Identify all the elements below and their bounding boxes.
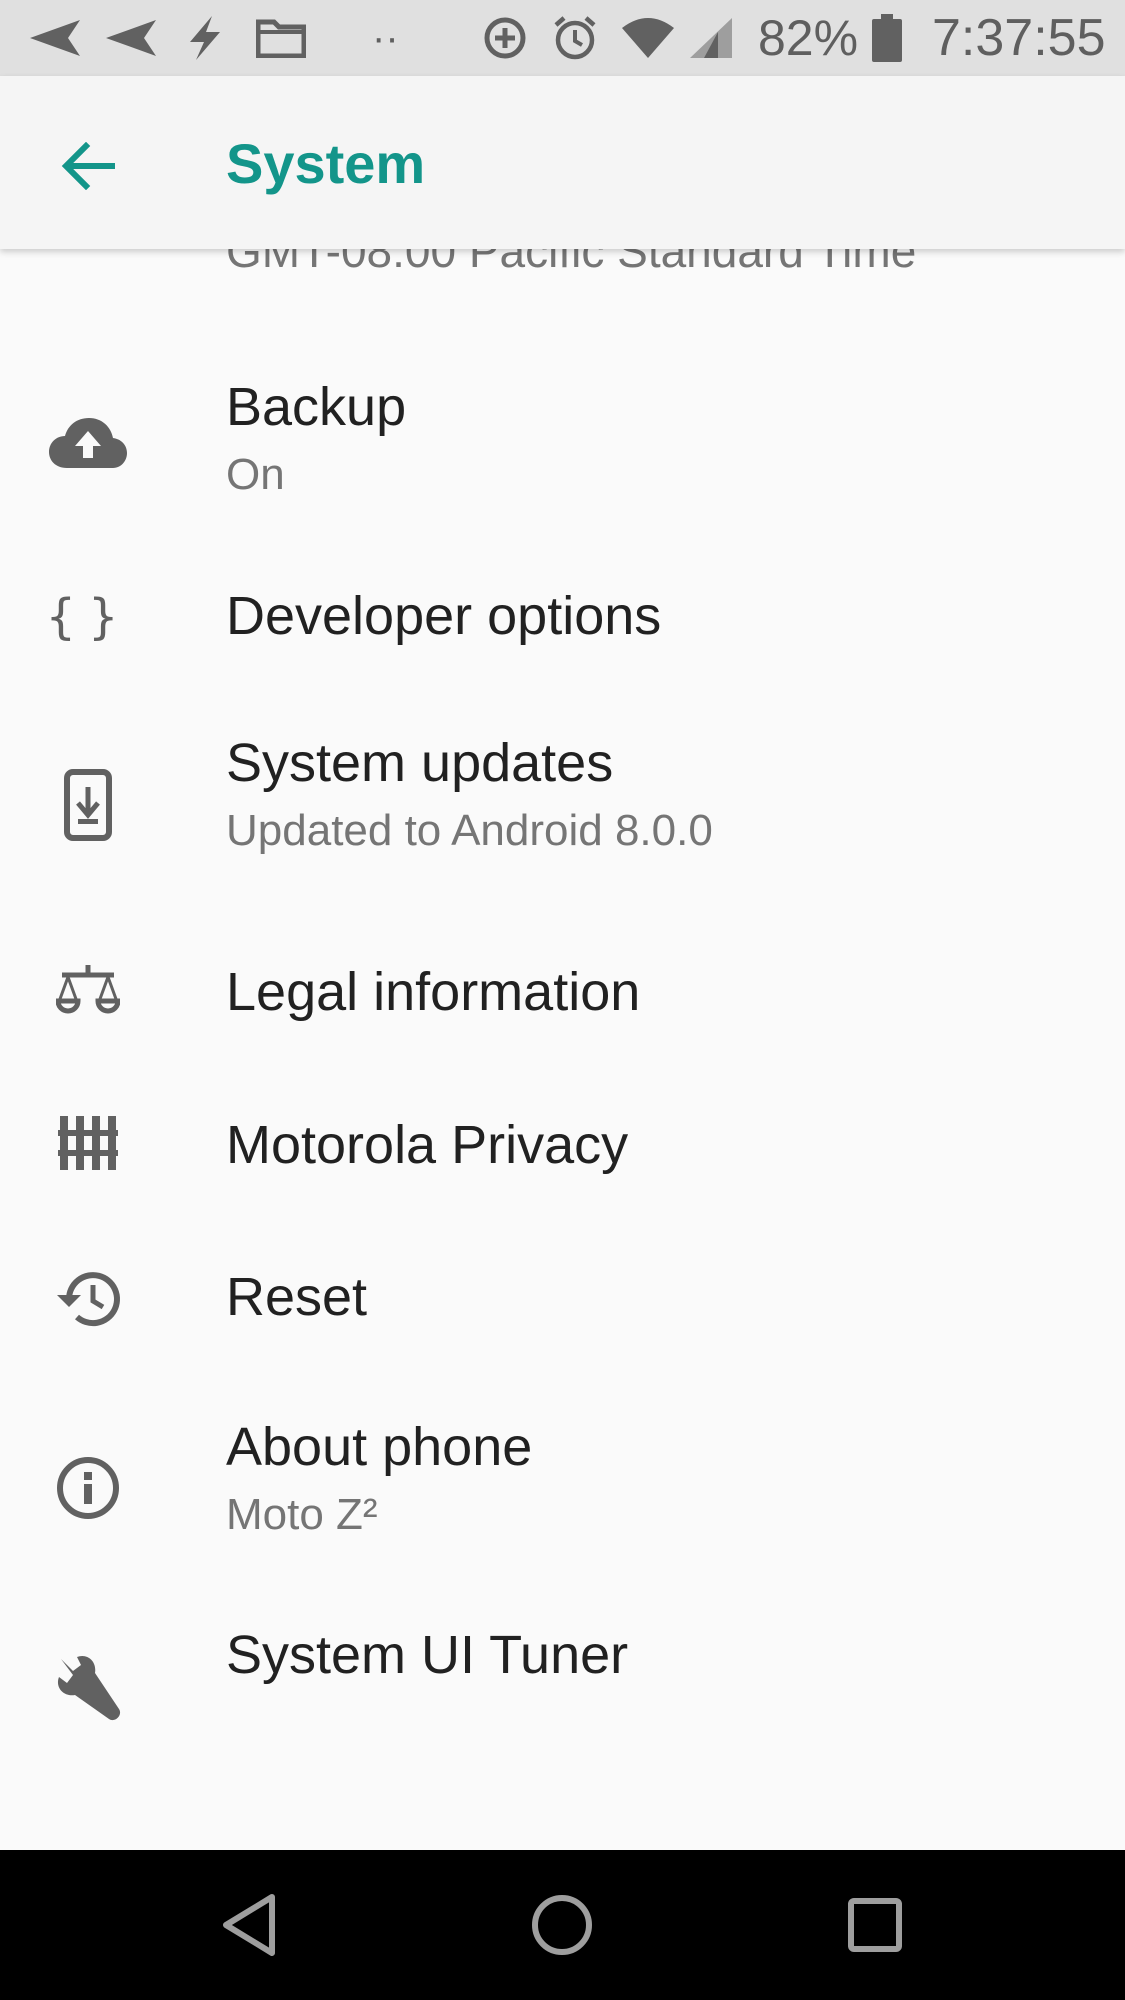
list-item-system-ui-tuner[interactable]: System UI Tuner [0, 1603, 1125, 1793]
send-icon [104, 0, 158, 76]
list-item-subtitle: Updated to Android 8.0.0 [226, 806, 713, 855]
wrench-icon [46, 1648, 130, 1732]
flash-icon [186, 0, 222, 76]
nav-recents-button[interactable] [835, 1885, 915, 1965]
battery-icon [872, 0, 902, 76]
list-item-motorola-privacy[interactable]: Motorola Privacy [0, 1069, 1125, 1222]
list-item-backup[interactable]: Backup On [0, 351, 1125, 541]
nav-home-button[interactable] [522, 1885, 602, 1965]
system-update-icon [46, 763, 130, 847]
list-item-legal-information[interactable]: Legal information [0, 919, 1125, 1069]
info-icon [46, 1446, 130, 1530]
home-circle-icon [532, 1895, 592, 1955]
list-item-system-updates[interactable]: System updates Updated to Android 8.0.0 [0, 691, 1125, 919]
fence-icon [46, 1099, 130, 1183]
alarm-icon [552, 0, 598, 76]
list-item-title: About phone [226, 1417, 533, 1477]
cloud-upload-icon [46, 401, 130, 485]
list-item-about-phone[interactable]: About phone Moto Z² [0, 1375, 1125, 1603]
list-item-title: Backup [226, 377, 407, 437]
history-icon [46, 1256, 130, 1340]
list-item-developer-options[interactable]: {} Developer options [0, 541, 1125, 691]
status-bar: ·· 82% 7:37:55 [0, 0, 1125, 76]
list-item-title: Developer options [226, 586, 662, 646]
list-item-title: Motorola Privacy [226, 1115, 629, 1175]
braces-icon: {} [45, 589, 131, 645]
list-item-subtitle: Moto Z² [226, 1490, 378, 1539]
folder-icon [256, 0, 306, 76]
list-item-title: System UI Tuner [226, 1625, 629, 1685]
battery-percent: 82% [758, 10, 859, 66]
list-item-subtitle: On [226, 450, 285, 499]
arrow-back-icon [61, 142, 115, 190]
settings-list: GMT-08:00 Pacific Standard Time Backup O… [0, 249, 1125, 1850]
list-item-title: Legal information [226, 962, 641, 1022]
nav-back-button[interactable] [210, 1885, 290, 1965]
status-dots: ·· [372, 15, 399, 60]
scales-icon [46, 949, 130, 1033]
list-item-title: System updates [226, 733, 614, 793]
list-item-reset[interactable]: Reset [0, 1222, 1125, 1375]
list-item-title: Reset [226, 1267, 368, 1327]
send-icon [28, 0, 82, 76]
back-button[interactable] [50, 128, 126, 204]
navigation-bar [0, 1850, 1125, 2000]
date-time-summary: GMT-08:00 Pacific Standard Time [226, 249, 917, 277]
back-triangle-icon [223, 1894, 275, 1956]
data-saver-icon [482, 0, 528, 76]
wifi-icon [620, 0, 676, 76]
signal-icon [688, 0, 734, 76]
page-title: System [226, 132, 426, 195]
recents-square-icon [848, 1898, 902, 1952]
app-bar: System [0, 76, 1125, 249]
clock: 7:37:55 [932, 9, 1106, 67]
